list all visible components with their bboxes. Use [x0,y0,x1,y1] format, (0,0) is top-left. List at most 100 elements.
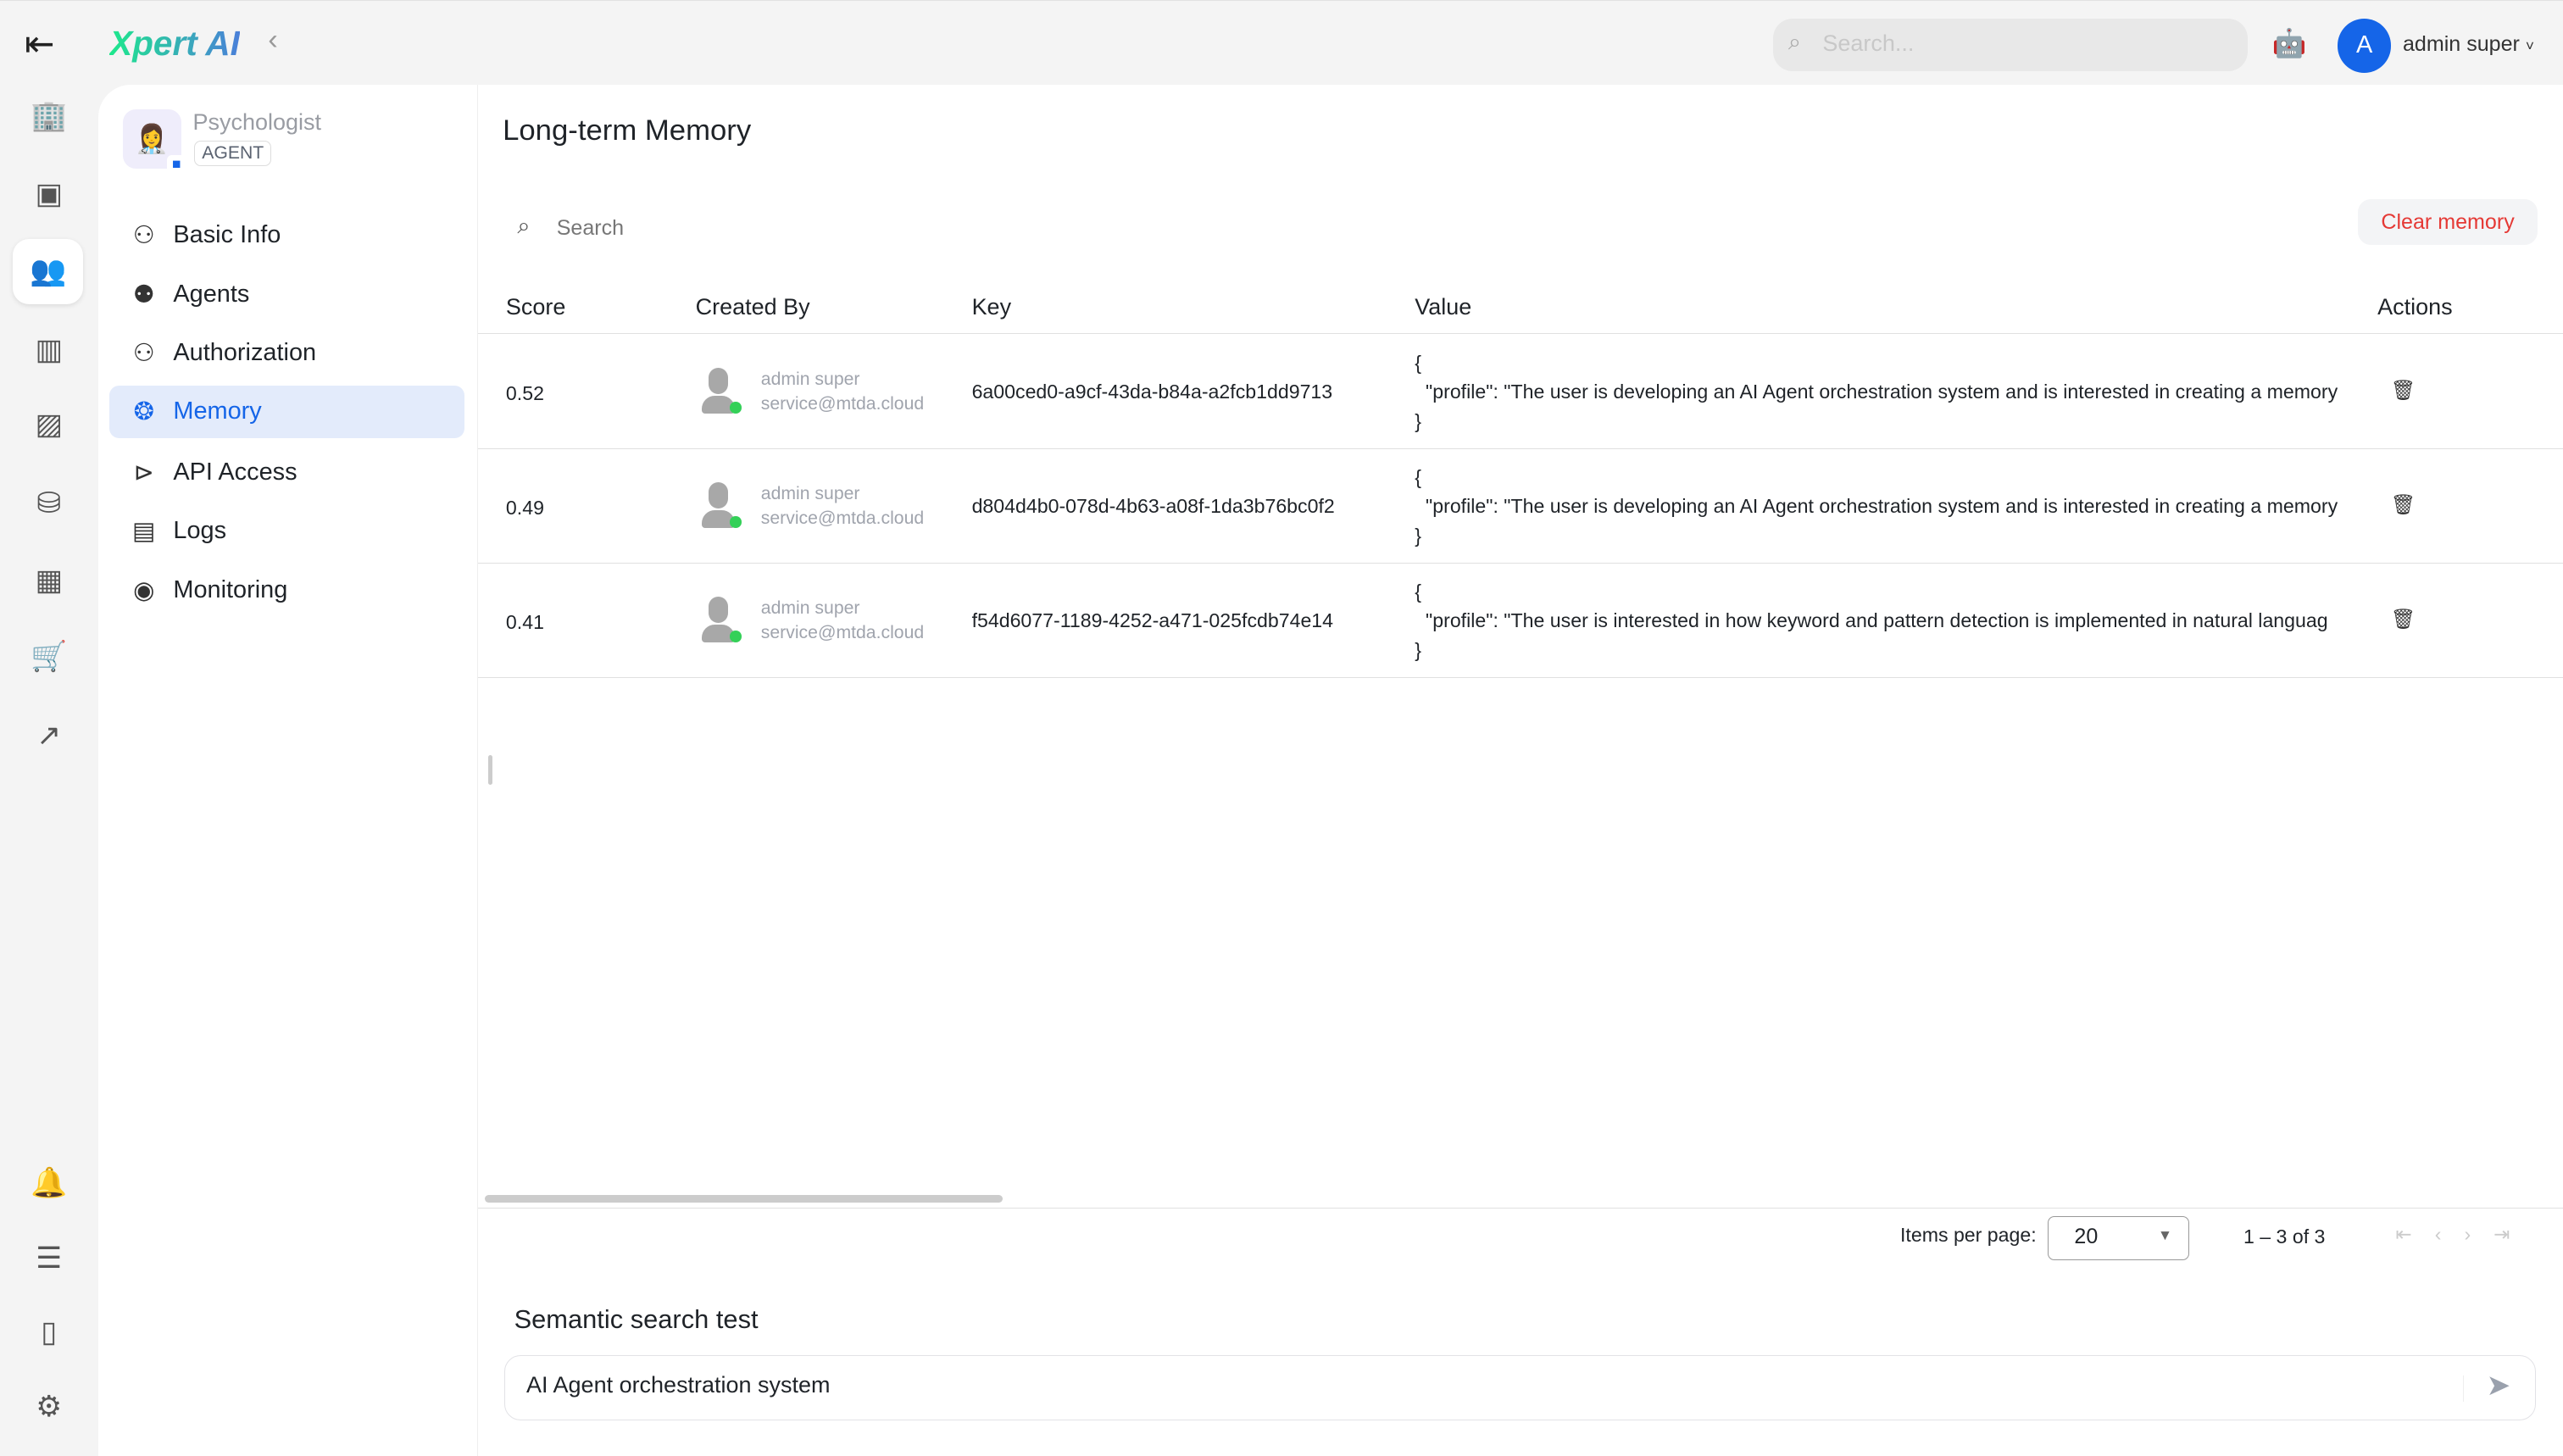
bell-icon[interactable]: 🔔 [23,1157,75,1209]
search-icon: ⌕ [517,212,531,238]
semantic-search-title: Semantic search test [514,1303,759,1334]
paginator-divider [478,1208,2563,1209]
resize-handle[interactable] [487,754,493,785]
column-score[interactable]: Score [506,294,566,320]
search-placeholder: Search... [1822,30,1915,56]
nav-label: Monitoring [173,575,288,603]
memory-value: { "profile": "The user is developing an … [1415,351,2338,433]
nav-label: Authorization [173,339,317,367]
chevron-left-icon[interactable]: ‹ [268,24,278,57]
semantic-search-input[interactable]: AI Agent orchestration system ➤ [503,1354,2537,1420]
robot-outline-icon[interactable]: ▣ [23,169,75,221]
page-size-value: 20 [2074,1225,2099,1249]
user-plus-icon: ⚇ [132,340,155,368]
gauge-icon: ◉ [133,576,155,604]
delete-icon[interactable]: 🗑 [2391,608,2416,631]
image-icon[interactable]: ▨ [23,399,75,452]
nav-label: Memory [173,397,262,425]
last-page-icon[interactable]: ⇥ [2494,1223,2532,1245]
user-name: admin super [2402,31,2520,56]
column-actions: Actions [2377,294,2453,320]
people-icon: ⚉ [132,281,155,308]
nav-authorization[interactable]: ⚇ Authorization [109,327,464,380]
agent-type-icon: ■ [166,155,186,175]
agent-settings-icon[interactable]: 👥 [13,238,84,304]
agent-sidebar: 👩‍⚕️ ■ Psychologist AGENT ⚇ Basic Info ⚉ A… [97,85,478,1456]
score: 0.52 [505,382,544,405]
horizontal-scrollbar[interactable] [484,1194,1004,1203]
building-icon[interactable]: 🏢 [23,90,75,142]
memory-search-input[interactable]: Search [557,216,1210,241]
memory-panel: Long-term Memory ⌕ Search Clear memory S… [477,85,2563,1456]
nav-monitoring[interactable]: ◉ Monitoring [109,564,464,616]
prev-page-icon[interactable]: ‹ [2435,1223,2465,1245]
column-key[interactable]: Key [972,294,1012,320]
user-icon: ⚇ [132,222,155,250]
creator-email: service@mtda.cloud [760,393,925,414]
nav-memory[interactable]: ❂ Memory [109,386,464,438]
person-avatar-icon [702,481,742,531]
table-row[interactable]: 0.52 admin super service@mtda.cloud 6a00… [478,335,2563,450]
header-divider [478,333,2563,334]
gear-icon[interactable]: ⚙ [23,1381,75,1434]
semantic-query: AI Agent orchestration system [526,1372,831,1398]
creator-email: service@mtda.cloud [760,508,925,528]
items-per-page-label: Items per page: [1899,1224,2037,1247]
nav-logs[interactable]: ▤ Logs [109,505,464,558]
sliders-icon[interactable]: ☰ [23,1232,75,1285]
creator-name: admin super [760,597,860,618]
nav-label: API Access [173,458,297,486]
user-menu[interactable]: admin super ˅ [2403,32,2534,57]
memory-key: 6a00ced0-a9cf-43da-b84a-a2fcb1dd9713 [971,381,1333,403]
online-status-icon [730,631,742,642]
table-row[interactable]: 0.49 admin super service@mtda.cloud d804… [478,449,2563,564]
column-created-by[interactable]: Created By [696,294,810,320]
chevron-down-icon: ˅ [2525,36,2535,54]
global-search-input[interactable]: ⌕ Search... [1773,19,2248,71]
agent-badge: AGENT [194,140,271,166]
nav-label: Logs [173,517,227,545]
top-bar: ⇤ Xpert AI ‹ ⌕ Search... 🤖 A admin super… [0,0,2563,85]
column-value[interactable]: Value [1415,294,1471,320]
nav-label: Agents [173,280,250,308]
online-status-icon [730,516,742,528]
creator-name: admin super [760,483,860,503]
nav-label: Basic Info [173,221,281,249]
delete-icon[interactable]: 🗑 [2391,493,2416,516]
score: 0.49 [505,497,544,520]
table-row[interactable]: 0.41 admin super service@mtda.cloud f54d… [478,564,2563,679]
next-page-icon[interactable]: › [2464,1223,2494,1245]
delete-icon[interactable]: 🗑 [2391,379,2416,402]
online-status-icon [730,402,742,414]
menu-collapse-icon[interactable]: ⇤ [25,24,55,65]
nav-agents[interactable]: ⚉ Agents [109,268,464,320]
pager-buttons: ⇤‹›⇥ [2395,1223,2532,1246]
nav-basic-info[interactable]: ⚇ Basic Info [109,209,464,262]
remote-icon[interactable]: ▯ [23,1306,75,1359]
avatar[interactable]: A [2337,19,2392,73]
creator-email: service@mtda.cloud [760,622,925,642]
memory-key: f54d6077-1189-4252-a471-025fcdb74e14 [971,609,1334,632]
memory-value: { "profile": "The user is developing an … [1415,465,2338,547]
trending-icon[interactable]: ↗ [23,709,75,762]
logo: Xpert AI [109,23,240,63]
person-avatar-icon [702,596,742,646]
score: 0.41 [505,611,544,634]
dashboard-icon[interactable]: ▦ [23,554,75,607]
clear-memory-button[interactable]: Clear memory [2357,199,2538,246]
cart-icon[interactable]: 🛒 [23,631,75,683]
robot-icon[interactable]: 🤖 [2272,27,2307,60]
send-icon[interactable]: ➤ [2486,1369,2510,1403]
nav-api-access[interactable]: ⊳ API Access [109,446,464,498]
chart-icon[interactable]: ▥ [23,324,75,376]
memory-value: { "profile": "The user is interested in … [1415,580,2328,662]
first-page-icon[interactable]: ⇤ [2395,1223,2434,1245]
page-size-select[interactable]: 20 ▼ [2047,1215,2190,1260]
database-icon[interactable]: ⛁ [23,477,75,530]
agent-name: Psychologist [192,109,322,136]
divider [2463,1375,2464,1402]
page-title: Long-term Memory [503,114,752,147]
search-icon: ⌕ [1787,28,1801,54]
dropdown-arrow-icon: ▼ [2157,1226,2173,1244]
person-avatar-icon [702,367,742,417]
